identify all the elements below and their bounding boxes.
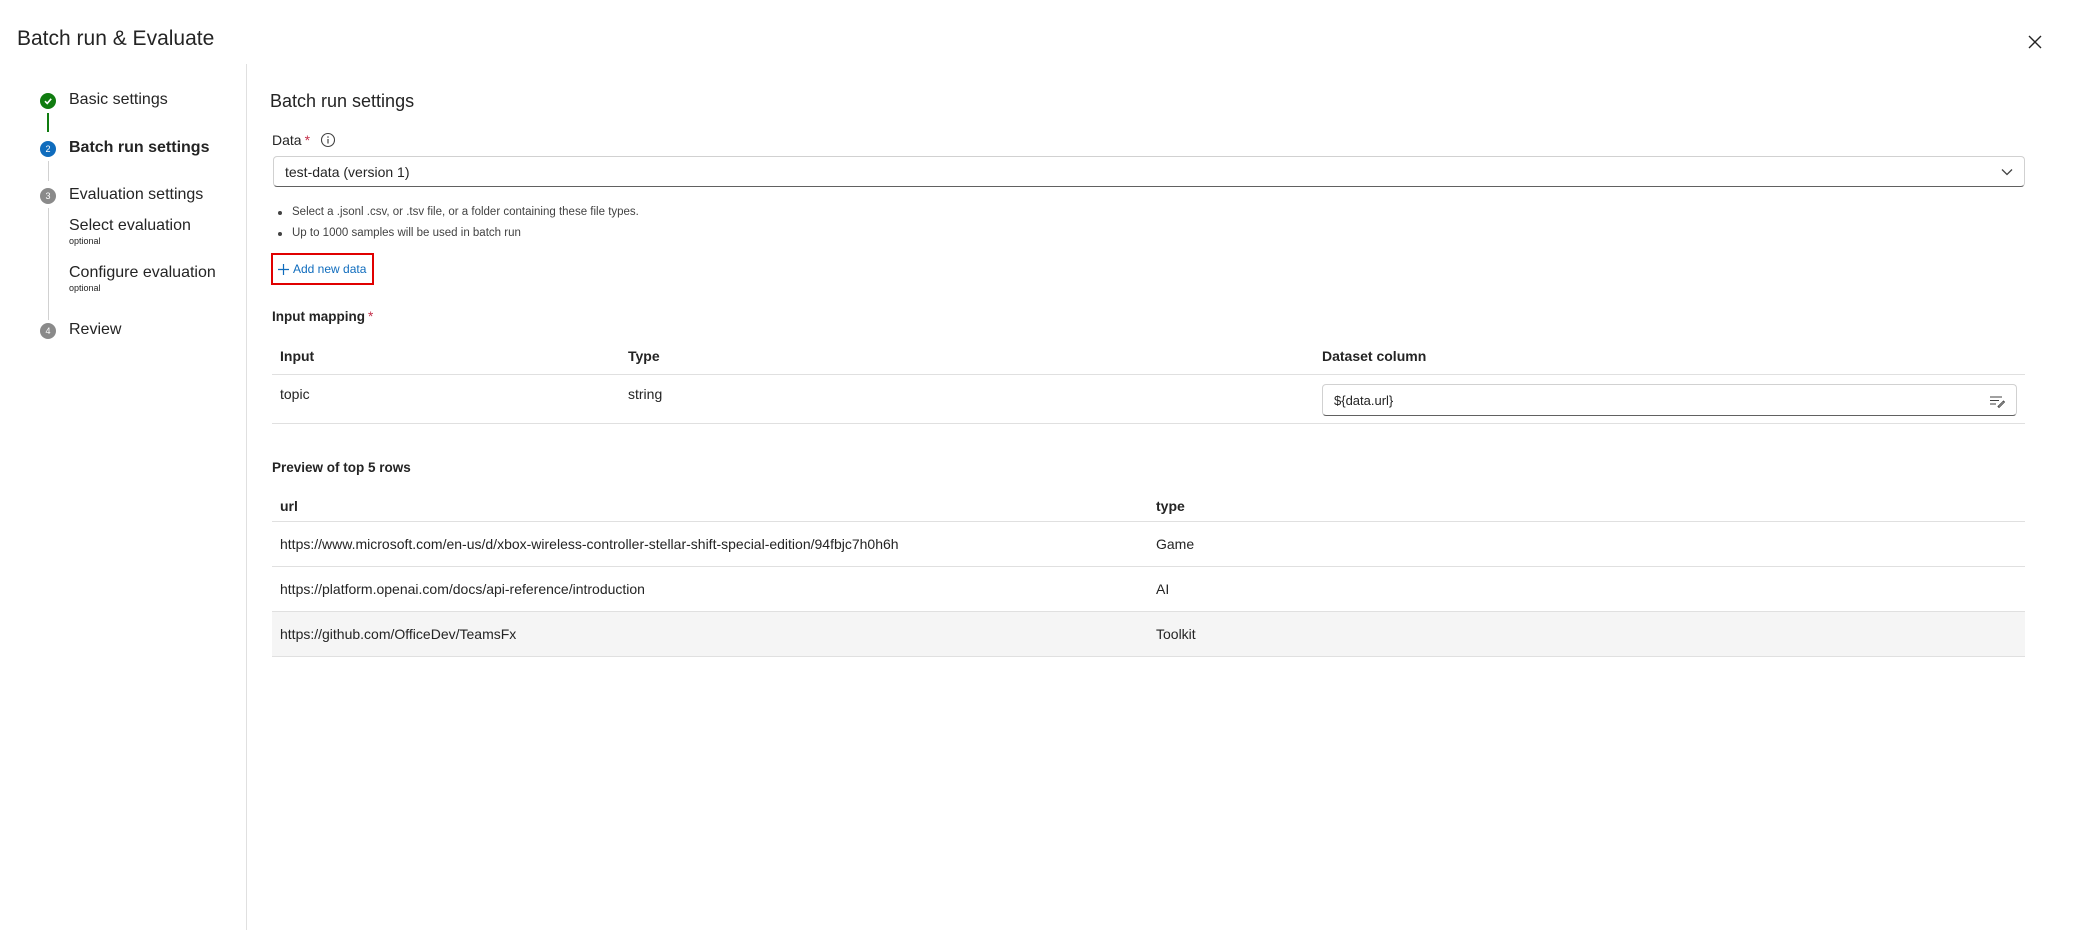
dialog-title: Batch run & Evaluate: [17, 27, 215, 50]
step-number-badge: 3: [40, 188, 56, 204]
sub-step-label: Configure evaluation: [69, 264, 216, 281]
table-divider: [272, 374, 2025, 375]
stepper-rail: [48, 161, 49, 181]
info-icon[interactable]: [320, 132, 336, 148]
url-cell: https://platform.openai.com/docs/api-ref…: [280, 581, 645, 597]
type-cell: string: [628, 386, 663, 402]
table-divider: [272, 423, 2025, 424]
stepper-rail: [48, 208, 49, 320]
add-new-data-button[interactable]: Add new data: [271, 253, 374, 285]
data-hints: Select a .jsonl .csv, or .tsv file, or a…: [276, 205, 639, 247]
preview-label: Preview of top 5 rows: [272, 460, 411, 475]
step-batch-run-settings[interactable]: 2 Batch run settings: [40, 139, 240, 161]
step-evaluation-settings[interactable]: 3 Evaluation settings: [40, 186, 240, 208]
data-dropdown-value: test-data (version 1): [285, 164, 410, 180]
text-edit-icon[interactable]: [1989, 393, 2006, 409]
step-review[interactable]: 4 Review: [40, 321, 240, 343]
table-divider: [272, 566, 2025, 567]
input-mapping-label-text: Input mapping: [272, 309, 365, 324]
data-field-label: Data *: [272, 132, 310, 148]
step-label: Review: [69, 321, 122, 338]
url-cell: https://github.com/OfficeDev/TeamsFx: [280, 626, 517, 642]
chevron-down-icon: [2000, 165, 2014, 179]
step-number-badge: 2: [40, 141, 56, 157]
sub-step-optional-note: optional: [69, 236, 101, 246]
required-mark: *: [304, 132, 311, 148]
column-header-type: type: [1156, 498, 1185, 514]
column-header-type: Type: [628, 348, 660, 364]
sub-step-label: Select evaluation: [69, 217, 191, 234]
input-mapping-label: Input mapping *: [272, 309, 373, 324]
type-cell: Toolkit: [1156, 626, 1196, 642]
sub-step-optional-note: optional: [69, 283, 101, 293]
dataset-column-input[interactable]: ${data.url}: [1322, 384, 2017, 416]
close-button[interactable]: [2023, 30, 2047, 54]
step-label: Batch run settings: [69, 139, 210, 156]
stepper-rail-complete: [47, 113, 49, 132]
type-cell: AI: [1156, 581, 1170, 597]
data-label-text: Data: [272, 132, 302, 148]
plus-icon: [278, 263, 289, 275]
column-header-dataset-column: Dataset column: [1322, 348, 1427, 364]
column-header-url: url: [280, 498, 298, 514]
hint-item: Up to 1000 samples will be used in batch…: [276, 226, 639, 247]
data-dropdown[interactable]: test-data (version 1): [273, 156, 2025, 187]
required-mark: *: [367, 309, 374, 324]
input-cell: topic: [280, 386, 310, 402]
step-number-badge: 4: [40, 323, 56, 339]
table-divider: [272, 521, 2025, 522]
step-label: Evaluation settings: [69, 186, 204, 203]
hint-item: Select a .jsonl .csv, or .tsv file, or a…: [276, 205, 639, 226]
sidebar-divider: [246, 64, 247, 930]
step-label: Basic settings: [69, 91, 168, 108]
section-title: Batch run settings: [270, 91, 415, 111]
close-icon: [2028, 35, 2042, 49]
sub-step-select-evaluation[interactable]: Select evaluation optional: [69, 217, 191, 246]
table-divider: [272, 656, 2025, 657]
sub-step-configure-evaluation[interactable]: Configure evaluation optional: [69, 264, 216, 293]
step-basic-settings[interactable]: Basic settings: [40, 91, 240, 113]
table-row-hovered: [272, 612, 2025, 656]
column-header-input: Input: [280, 348, 315, 364]
add-new-data-label: Add new data: [293, 262, 367, 276]
url-cell: https://www.microsoft.com/en-us/d/xbox-w…: [280, 536, 899, 552]
preview-table: url type https://www.microsoft.com/en-us…: [272, 490, 2025, 657]
checkmark-circle-icon: [40, 93, 56, 109]
type-cell: Game: [1156, 536, 1195, 552]
dataset-column-value: ${data.url}: [1334, 393, 1394, 408]
